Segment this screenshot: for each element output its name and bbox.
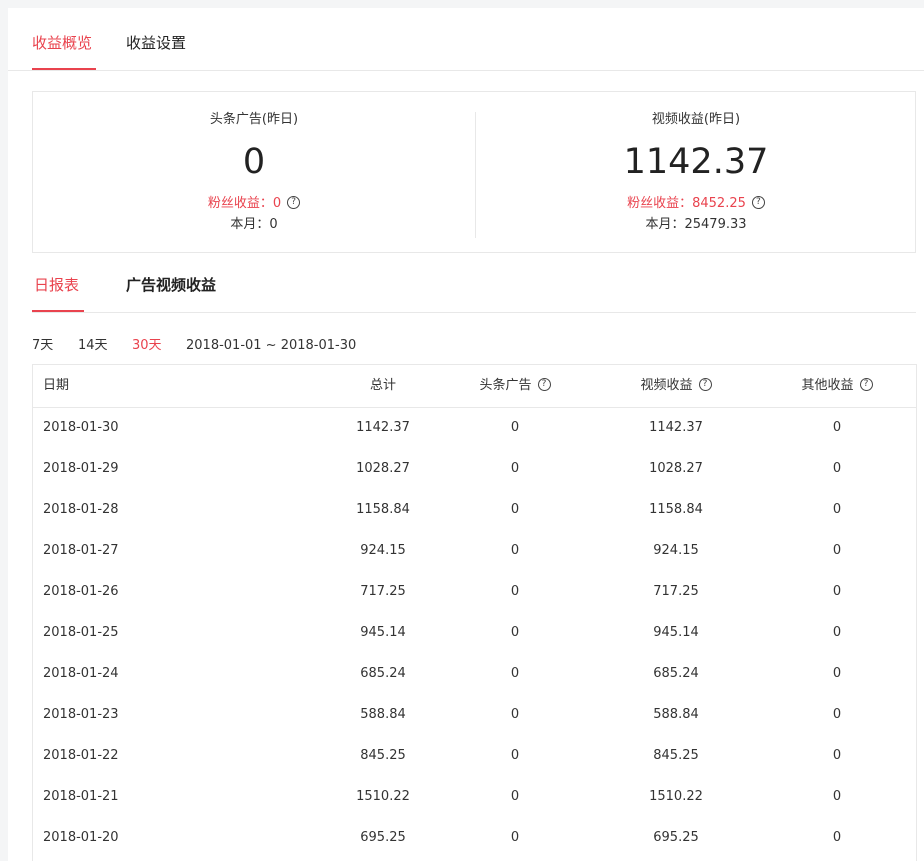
header-video-revenue-label: 视频收益 bbox=[640, 378, 693, 393]
table-row: 2018-01-27 924.15 0 924.15 0 bbox=[33, 530, 916, 571]
video-month-revenue: 本月：25479.33 bbox=[645, 217, 747, 232]
table-row: 2018-01-29 1028.27 0 1028.27 0 bbox=[33, 448, 916, 489]
cell-date: 2018-01-22 bbox=[43, 748, 119, 763]
tab-daily-report[interactable]: 日报表 bbox=[34, 274, 79, 296]
cell-date: 2018-01-23 bbox=[43, 707, 119, 722]
table-row: 2018-01-30 1142.37 0 1142.37 0 bbox=[33, 407, 916, 448]
header-other-revenue: 其他收益? bbox=[737, 376, 924, 396]
cell-date: 2018-01-21 bbox=[43, 789, 119, 804]
header-ad-revenue-label: 头条广告 bbox=[479, 378, 532, 393]
revenue-panel: 收益概览 收益设置 头条广告(昨日) 0 粉丝收益：0? 本月：0 视频收益(昨… bbox=[8, 8, 924, 861]
video-fans-revenue: 粉丝收益：8452.25? bbox=[475, 195, 917, 213]
cell-other-revenue: 0 bbox=[832, 666, 842, 681]
ad-fans-revenue: 粉丝收益：0? bbox=[33, 195, 475, 213]
table-header: 日期 总计 头条广告? 视频收益? 其他收益? bbox=[33, 365, 916, 408]
question-circle-icon[interactable]: ? bbox=[751, 196, 765, 209]
tab-revenue-overview[interactable]: 收益概览 bbox=[32, 32, 92, 54]
daily-report-table: 日期 总计 头条广告? 视频收益? 其他收益? 2018-01-30 1142.3… bbox=[32, 364, 917, 861]
ad-revenue-value: 0 bbox=[242, 142, 266, 182]
cell-other-revenue: 0 bbox=[832, 420, 842, 435]
tab-revenue-settings[interactable]: 收益设置 bbox=[126, 32, 186, 54]
table-row: 2018-01-20 695.25 0 695.25 0 bbox=[33, 817, 916, 858]
top-tab-bar: 收益概览 收益设置 bbox=[8, 8, 924, 71]
date-range-display: 2018-01-01 ~ 2018-01-30 bbox=[186, 338, 357, 353]
ad-month-revenue: 本月：0 bbox=[230, 217, 278, 232]
range-30-days[interactable]: 30天 bbox=[132, 336, 162, 356]
active-tab-indicator bbox=[32, 68, 96, 70]
question-circle-icon[interactable]: ? bbox=[698, 378, 712, 391]
cell-other-revenue: 0 bbox=[832, 707, 842, 722]
table-row: 2018-01-28 1158.84 0 1158.84 0 bbox=[33, 489, 916, 530]
table-row: 2018-01-21 1510.22 0 1510.22 0 bbox=[33, 776, 916, 817]
table-row: 2018-01-26 717.25 0 717.25 0 bbox=[33, 571, 916, 612]
cell-other-revenue: 0 bbox=[832, 584, 842, 599]
active-subtab-indicator bbox=[32, 310, 84, 312]
question-circle-icon[interactable]: ? bbox=[859, 378, 873, 391]
header-other-revenue-label: 其他收益 bbox=[801, 378, 854, 393]
cell-date: 2018-01-29 bbox=[43, 461, 119, 476]
report-tab-bar: 日报表 广告视频收益 bbox=[32, 271, 916, 313]
revenue-summary-card: 头条广告(昨日) 0 粉丝收益：0? 本月：0 视频收益(昨日) 1142.37… bbox=[32, 91, 916, 253]
cell-date: 2018-01-27 bbox=[43, 543, 119, 558]
cell-date: 2018-01-25 bbox=[43, 625, 119, 640]
question-circle-icon[interactable]: ? bbox=[537, 378, 551, 391]
question-circle-icon[interactable]: ? bbox=[287, 196, 301, 209]
cell-other-revenue: 0 bbox=[832, 502, 842, 517]
table-row: 2018-01-23 588.84 0 588.84 0 bbox=[33, 694, 916, 735]
video-revenue-value: 1142.37 bbox=[623, 142, 769, 182]
cell-date: 2018-01-26 bbox=[43, 584, 119, 599]
cell-date: 2018-01-28 bbox=[43, 502, 119, 517]
table-row: 2018-01-22 845.25 0 845.25 0 bbox=[33, 735, 916, 776]
header-date: 日期 bbox=[43, 378, 70, 393]
cell-other-revenue: 0 bbox=[832, 830, 842, 845]
range-7-days[interactable]: 7天 bbox=[32, 336, 53, 356]
cell-other-revenue: 0 bbox=[832, 543, 842, 558]
video-revenue-title: 视频收益(昨日) bbox=[651, 112, 741, 127]
cell-other-revenue: 0 bbox=[832, 625, 842, 640]
table-row: 2018-01-25 945.14 0 945.14 0 bbox=[33, 612, 916, 653]
cell-date: 2018-01-20 bbox=[43, 830, 119, 845]
video-fans-revenue-text: 粉丝收益：8452.25 bbox=[627, 196, 746, 211]
ad-revenue-title: 头条广告(昨日) bbox=[209, 112, 299, 127]
cell-date: 2018-01-24 bbox=[43, 666, 119, 681]
range-14-days[interactable]: 14天 bbox=[78, 336, 108, 356]
cell-other-revenue: 0 bbox=[832, 789, 842, 804]
tab-ad-video-revenue[interactable]: 广告视频收益 bbox=[126, 274, 216, 296]
cell-other-revenue: 0 bbox=[832, 748, 842, 763]
cell-other-revenue: 0 bbox=[832, 461, 842, 476]
cell-date: 2018-01-30 bbox=[43, 420, 119, 435]
table-row: 2018-01-24 685.24 0 685.24 0 bbox=[33, 653, 916, 694]
ad-fans-revenue-text: 粉丝收益：0 bbox=[207, 196, 282, 211]
